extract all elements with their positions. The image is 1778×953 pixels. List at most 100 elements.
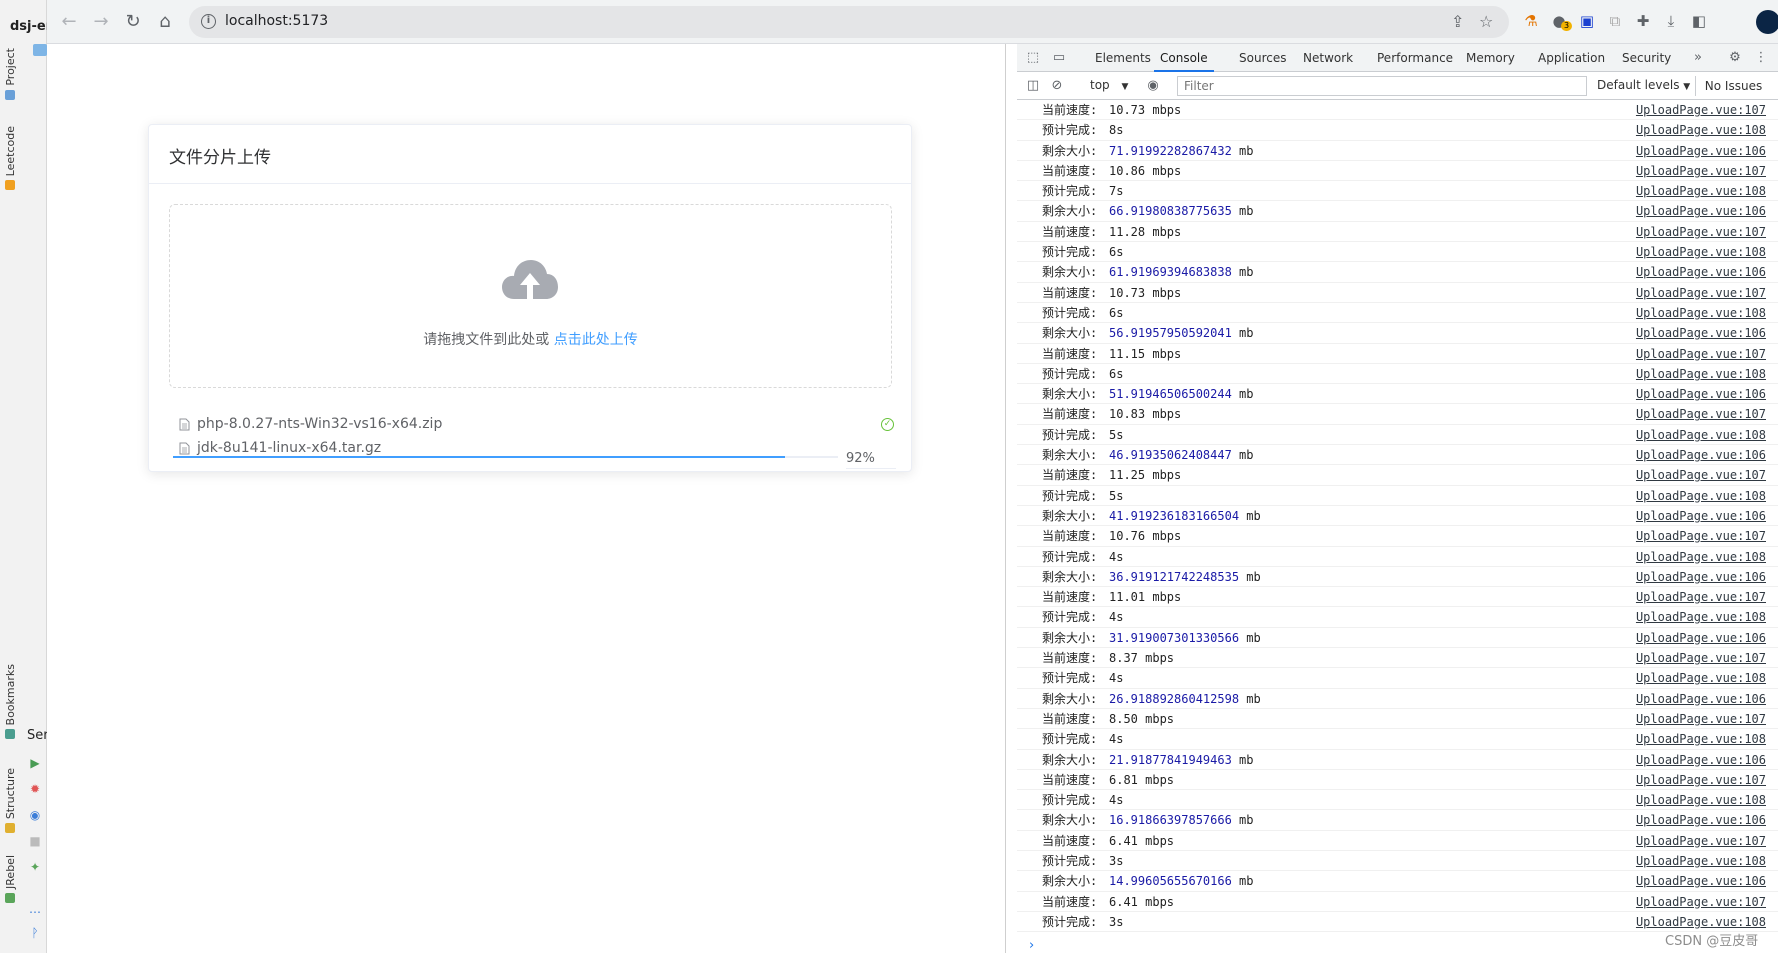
log-source-link[interactable]: UploadPage.vue:107 [1636,465,1766,485]
ide-tab-project[interactable]: Project [1,48,19,100]
upload-dropzone[interactable]: 请拖拽文件到此处或 点击此处上传 [169,204,892,388]
log-source-link[interactable]: UploadPage.vue:107 [1636,587,1766,607]
puzzle-icon[interactable]: ✚ [1633,11,1653,31]
forward-icon[interactable]: → [89,10,113,34]
inspect-element-icon[interactable]: ⬚ [1025,50,1041,66]
log-source-link[interactable]: UploadPage.vue:107 [1636,648,1766,668]
browser-icon[interactable]: ◉ [28,808,42,822]
log-source-link[interactable]: UploadPage.vue:107 [1636,222,1766,242]
log-source-link[interactable]: UploadPage.vue:107 [1636,404,1766,424]
issues-button[interactable]: No Issues [1695,76,1771,96]
log-source-link[interactable]: UploadPage.vue:106 [1636,567,1766,587]
log-number: 21.91877841949463 [1109,752,1232,767]
git-icon[interactable]: ᚹ [28,926,42,940]
site-info-icon[interactable]: i [201,14,216,29]
log-source-link[interactable]: UploadPage.vue:106 [1636,201,1766,221]
click-upload-link[interactable]: 点击此处上传 [554,332,638,348]
log-unit: mb [1231,448,1254,463]
log-source-link[interactable]: UploadPage.vue:107 [1636,526,1766,546]
log-source-link[interactable]: UploadPage.vue:108 [1636,668,1766,688]
log-source-link[interactable]: UploadPage.vue:108 [1636,547,1766,567]
tab-extension-icon[interactable]: ⧉ [1605,11,1625,31]
tab-sources[interactable]: Sources [1239,44,1286,72]
log-source-link[interactable]: UploadPage.vue:106 [1636,689,1766,709]
log-source-link[interactable]: UploadPage.vue:108 [1636,790,1766,810]
log-source-link[interactable]: UploadPage.vue:106 [1636,750,1766,770]
ide-tab-structure[interactable]: Structure [1,768,19,834]
log-source-link[interactable]: UploadPage.vue:107 [1636,344,1766,364]
ide-tab-leetcode[interactable]: Leetcode [1,126,19,191]
log-source-link[interactable]: UploadPage.vue:106 [1636,445,1766,465]
console-log-row: 预计完成: 4s UploadPage.vue:108 [1017,607,1778,628]
download-icon[interactable]: ⤓ [1661,11,1681,31]
tab-memory[interactable]: Memory [1466,44,1515,72]
log-source-link[interactable]: UploadPage.vue:107 [1636,831,1766,851]
profile-avatar[interactable] [1756,10,1778,34]
log-source-link[interactable]: UploadPage.vue:106 [1636,262,1766,282]
log-source-link[interactable]: UploadPage.vue:107 [1636,100,1766,120]
log-source-link[interactable]: UploadPage.vue:106 [1636,810,1766,830]
file-list-item[interactable]: php-8.0.27-nts-Win32-vs16-x64.zip ✓ [169,413,898,437]
log-source-link[interactable]: UploadPage.vue:108 [1636,364,1766,384]
log-source-link[interactable]: UploadPage.vue:108 [1636,607,1766,627]
log-source-link[interactable]: UploadPage.vue:106 [1636,323,1766,343]
log-source-link[interactable]: UploadPage.vue:107 [1636,770,1766,790]
log-source-link[interactable]: UploadPage.vue:108 [1636,181,1766,201]
address-url[interactable]: localhost:5173 [225,13,328,29]
home-icon[interactable]: ⌂ [153,10,177,34]
log-source-link[interactable]: UploadPage.vue:106 [1636,506,1766,526]
context-select[interactable]: top ▼ [1090,78,1128,92]
log-levels-select[interactable]: Default levels ▼ [1597,78,1690,92]
bookmark-star-icon[interactable]: ☆ [1479,12,1493,31]
ide-tab-bookmarks[interactable]: Bookmarks [1,664,19,740]
tab-elements[interactable]: Elements [1095,44,1151,72]
log-source-link[interactable]: UploadPage.vue:108 [1636,851,1766,871]
tab-performance[interactable]: Performance [1377,44,1453,72]
console-filter-input[interactable] [1177,76,1587,96]
log-source-link[interactable]: UploadPage.vue:107 [1636,892,1766,912]
reload-icon[interactable]: ↻ [121,10,145,34]
log-source-link[interactable]: UploadPage.vue:107 [1636,283,1766,303]
clear-console-icon[interactable]: ⊘ [1049,78,1065,94]
log-source-link[interactable]: UploadPage.vue:108 [1636,120,1766,140]
ide-tab-jrebel[interactable]: JRebel [1,855,19,903]
sidebar-toggle-icon[interactable]: ◫ [1025,78,1041,94]
log-source-link[interactable]: UploadPage.vue:106 [1636,871,1766,891]
log-value: 6.41 mbps [1109,894,1175,909]
log-source-link[interactable]: UploadPage.vue:108 [1636,303,1766,323]
more-icon[interactable]: … [28,902,42,916]
side-panel-icon[interactable]: ◧ [1689,11,1709,31]
address-bar[interactable]: i localhost:5173 ⇪ ☆ [189,6,1509,38]
paw-extension-icon[interactable]: ▣ [1577,11,1597,31]
tab-application[interactable]: Application [1538,44,1605,72]
log-source-link[interactable]: UploadPage.vue:107 [1636,161,1766,181]
extension-badge-icon[interactable]: ● 3 [1549,11,1573,31]
kebab-menu-icon[interactable]: ⋮ [1753,50,1769,66]
log-source-link[interactable]: UploadPage.vue:108 [1636,425,1766,445]
log-source-link[interactable]: UploadPage.vue:108 [1636,242,1766,262]
console-log-row: 剩余大小: 41.919236183166504 mb UploadPage.vue… [1017,506,1778,527]
share-icon[interactable]: ⇪ [1451,12,1464,31]
log-source-link[interactable]: UploadPage.vue:108 [1636,486,1766,506]
tab-security[interactable]: Security [1622,44,1671,72]
back-icon[interactable]: ← [57,10,81,34]
log-source-link[interactable]: UploadPage.vue:108 [1636,729,1766,749]
stop-icon[interactable]: ■ [28,834,42,848]
settings-gear-icon[interactable]: ⚙ [1727,50,1743,66]
device-toolbar-icon[interactable]: ▭ [1051,50,1067,66]
live-expression-eye-icon[interactable]: ◉ [1145,78,1161,94]
console-log-row: 剩余大小: 31.919007301330566 mb UploadPage.vue… [1017,628,1778,649]
log-source-link[interactable]: UploadPage.vue:106 [1636,141,1766,161]
log-source-link[interactable]: UploadPage.vue:107 [1636,709,1766,729]
console-prompt[interactable]: › [1029,938,1034,953]
extension-icon[interactable]: ⚗ [1521,11,1541,31]
debug-icon[interactable]: ✹ [28,782,42,796]
more-tabs-icon[interactable]: » [1690,50,1706,66]
log-source-link[interactable]: UploadPage.vue:106 [1636,384,1766,404]
run-icon[interactable]: ▶ [28,756,42,770]
tab-console[interactable]: Console [1154,44,1214,72]
log-source-link[interactable]: UploadPage.vue:106 [1636,628,1766,648]
log-source-link[interactable]: UploadPage.vue:108 [1636,912,1766,932]
tab-network[interactable]: Network [1303,44,1353,72]
jrebel-run-icon[interactable]: ✦ [28,860,42,874]
